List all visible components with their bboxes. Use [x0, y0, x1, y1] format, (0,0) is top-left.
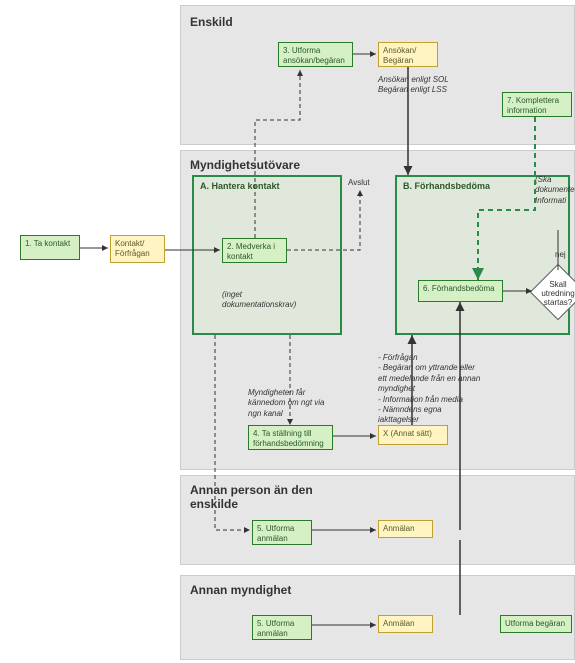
note-kanal: Myndigheten får kännedom om ngt via ngn …: [248, 388, 325, 419]
lane-title-annan-myndighet: Annan myndighet: [190, 583, 291, 597]
box-anmalan-b: Anmälan: [378, 615, 433, 633]
box-x-annat-satt: X (Annat sätt): [378, 425, 448, 445]
box-3-utforma-ansokan: 3. Utforma ansökan/begäran: [278, 42, 353, 67]
note-ska-dok: (Ska dokumente Informati: [535, 175, 575, 206]
box-1-ta-kontakt: 1. Ta kontakt: [20, 235, 80, 260]
box-5-utforma-anmalan-a: 5. Utforma anmälan: [252, 520, 312, 545]
box-anmalan-a: Anmälan: [378, 520, 433, 538]
lane-title-annan-person: Annan person än den enskilde: [190, 483, 320, 511]
note-dokkrav: (inget dokumentationskrav): [222, 290, 296, 311]
box-7-komplettera: 7. Komplettera information: [502, 92, 572, 117]
box-4-ta-stallning: 4. Ta ställning till förhandsbedömning: [248, 425, 333, 450]
box-6-forhandsbedoma: 6. Förhandsbedöma: [418, 280, 503, 302]
note-sol-lss: Ansökan enligt SOL Begäran enligt LSS: [378, 75, 449, 96]
decision-label: Skall utredning startas?: [533, 280, 575, 307]
lane-title-enskild: Enskild: [190, 15, 233, 29]
note-nej: nej: [555, 250, 566, 260]
box-5-utforma-anmalan-b: 5. Utforma anmälan: [252, 615, 312, 640]
box-utforma-begaran: Utforma begäran: [500, 615, 572, 633]
box-ansokan-begaran: Ansökan/ Begäran: [378, 42, 438, 67]
note-avslut: Avslut: [348, 178, 370, 188]
container-a-title: A. Hantera kontakt: [200, 181, 334, 191]
box-2-medverka: 2. Medverka i kontakt: [222, 238, 287, 263]
lane-title-myndighet: Myndighetsutövare: [190, 158, 300, 172]
box-kontakt-forfragan: Kontakt/ Förfrågan: [110, 235, 165, 263]
note-list: - Förfrågan - Begäran om yttrande eller …: [378, 353, 480, 426]
